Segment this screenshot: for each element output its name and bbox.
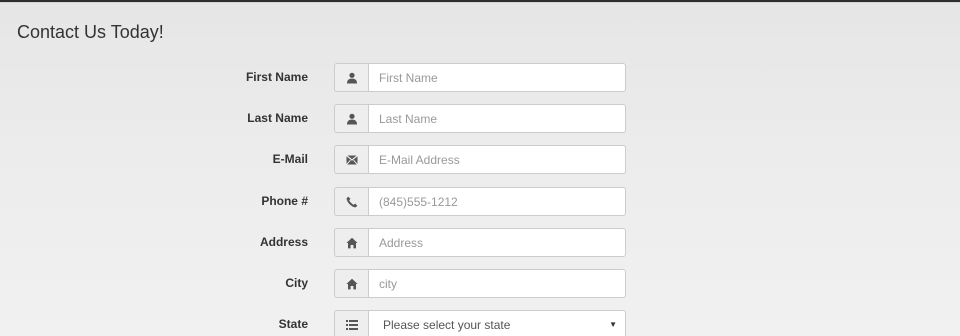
- first-name-label: First Name: [245, 70, 308, 84]
- phone-input[interactable]: [368, 187, 626, 216]
- address-row: Address: [0, 228, 960, 257]
- city-row: City: [0, 269, 960, 298]
- state-select[interactable]: Please select your state ▼: [368, 310, 626, 336]
- state-label: State: [278, 317, 308, 331]
- user-icon: [334, 63, 368, 92]
- email-row: E-Mail: [0, 145, 960, 174]
- caret-down-icon: ▼: [609, 320, 617, 329]
- first-name-input[interactable]: [368, 63, 626, 92]
- phone-icon: [334, 187, 368, 216]
- city-group: [334, 269, 626, 298]
- phone-row: Phone #: [0, 187, 960, 216]
- state-select-value: Please select your state: [383, 317, 511, 332]
- email-group: [334, 145, 626, 174]
- page-title: Contact Us Today!: [17, 22, 164, 42]
- email-input[interactable]: [368, 145, 626, 174]
- state-group: Please select your state ▼: [334, 310, 626, 336]
- list-icon: [334, 310, 368, 336]
- city-input[interactable]: [368, 269, 626, 298]
- email-label: E-Mail: [272, 152, 308, 166]
- last-name-group: [334, 104, 626, 133]
- last-name-input[interactable]: [368, 104, 626, 133]
- contact-form-panel: Contact Us Today! First Name Last Name E…: [0, 2, 960, 336]
- first-name-group: [334, 63, 626, 92]
- address-input[interactable]: [368, 228, 626, 257]
- first-name-row: First Name: [0, 63, 960, 92]
- phone-label: Phone #: [261, 194, 308, 208]
- home-icon: [334, 228, 368, 257]
- user-icon: [334, 104, 368, 133]
- home-icon: [334, 269, 368, 298]
- envelope-icon: [334, 145, 368, 174]
- last-name-row: Last Name: [0, 104, 960, 133]
- state-row: State Please select your state ▼: [0, 310, 960, 336]
- address-group: [334, 228, 626, 257]
- city-label: City: [285, 276, 308, 290]
- last-name-label: Last Name: [247, 111, 308, 125]
- address-label: Address: [259, 235, 308, 249]
- phone-group: [334, 187, 626, 216]
